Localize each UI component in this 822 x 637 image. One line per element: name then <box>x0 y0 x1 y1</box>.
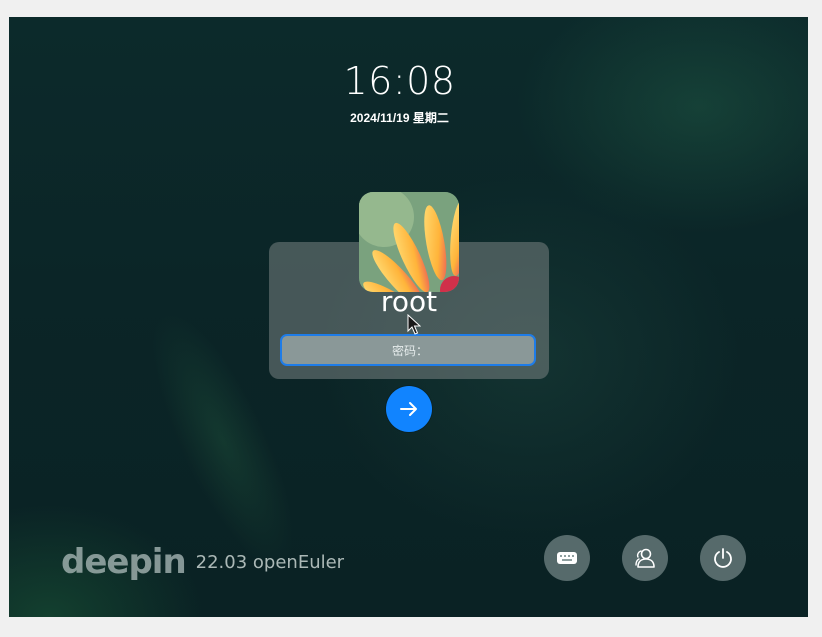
switch-user-icon <box>635 548 655 568</box>
brand: deepin 22.03 openEuler <box>61 542 344 582</box>
power-icon <box>714 548 732 568</box>
os-version: 22.03 openEuler <box>195 551 345 573</box>
deepin-logo: deepin <box>61 542 187 582</box>
switch-user-button[interactable] <box>622 535 668 581</box>
power-button[interactable] <box>700 535 746 581</box>
mouse-cursor <box>407 313 422 340</box>
arrow-right-icon <box>400 402 417 416</box>
login-submit-button[interactable] <box>386 386 432 432</box>
clock-date: 2024/11/19 星期二 <box>350 111 449 125</box>
flower-avatar-icon <box>359 192 459 292</box>
keyboard-layout-button[interactable] <box>544 535 590 581</box>
password-input[interactable] <box>282 336 538 366</box>
clock-time: 16:08 <box>343 59 456 103</box>
keyboard-icon <box>557 552 577 564</box>
pointer-cursor-icon <box>407 313 422 335</box>
user-avatar[interactable] <box>359 192 459 292</box>
